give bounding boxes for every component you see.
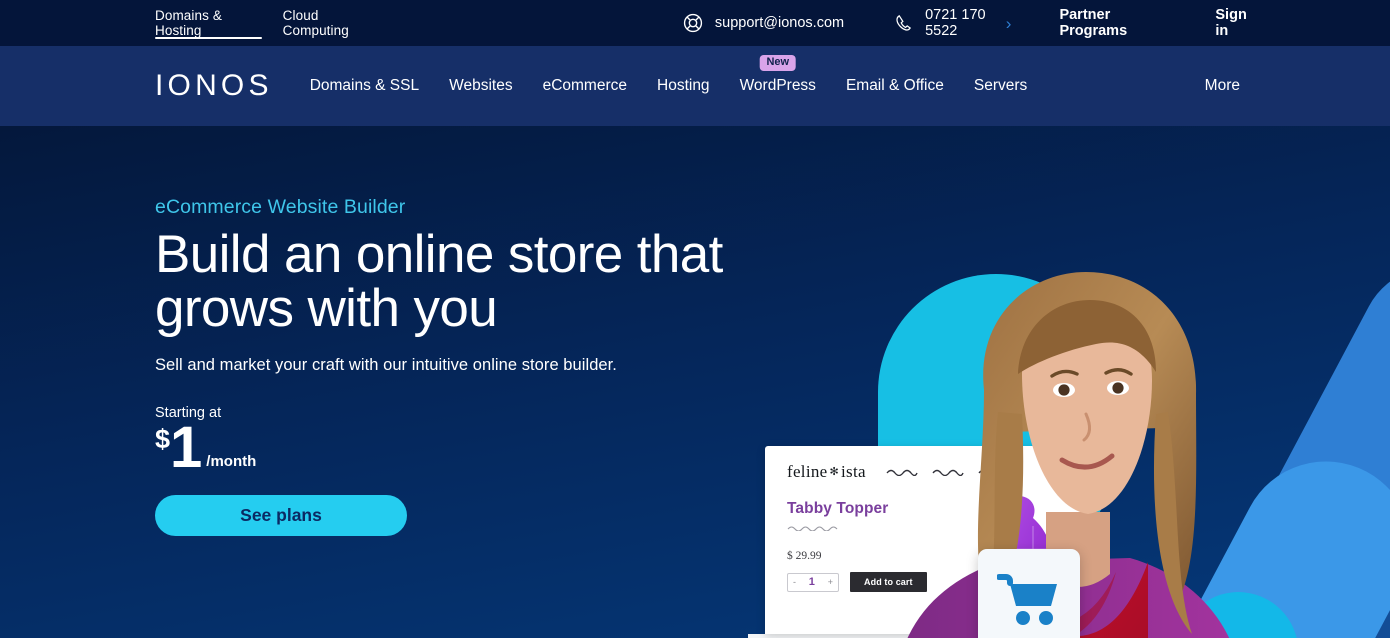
- ionos-logo[interactable]: IONOS: [155, 71, 273, 101]
- phone-icon: [893, 13, 913, 33]
- nav-item-more[interactable]: More: [1205, 77, 1240, 95]
- see-plans-button[interactable]: See plans: [155, 494, 407, 536]
- quantity-stepper[interactable]: - 1 +: [787, 572, 839, 592]
- hero-headline-line-2: grows with you: [155, 279, 498, 339]
- hero-copy-block: eCommerce Website Builder Build an onlin…: [155, 196, 795, 536]
- support-email-link[interactable]: support@ionos.com: [682, 12, 844, 34]
- sign-in-link[interactable]: Sign in: [1215, 7, 1258, 39]
- phone-link[interactable]: 0721 170 5522 ›: [893, 7, 1011, 39]
- price-currency: $: [155, 423, 171, 454]
- mock-shop-logo: feline ✻ ista: [787, 462, 866, 482]
- price-period: /month: [206, 452, 257, 470]
- support-email-text: support@ionos.com: [714, 15, 845, 31]
- stepper-increment-button[interactable]: +: [828, 577, 833, 587]
- hero-person-photo: [907, 272, 1230, 638]
- shop-logo-part-1: feline: [787, 462, 828, 481]
- main-navigation-bar: IONOS Domains & SSL Websites eCommerce H…: [0, 46, 1390, 126]
- hero-eyebrow: eCommerce Website Builder: [155, 196, 406, 218]
- nav-item-wordpress[interactable]: New WordPress: [725, 55, 831, 95]
- topbar-link-cloud-computing[interactable]: Cloud Computing: [283, 0, 379, 46]
- floating-cart-card: [978, 549, 1080, 638]
- topbar-contact-group: support@ionos.com 0721 170 5522 ›: [682, 7, 1011, 39]
- utility-topbar: Domains & Hosting Cloud Computing suppor…: [0, 0, 1390, 46]
- hero-headline: Build an online store that grows with yo…: [155, 225, 795, 339]
- ionos-ecommerce-landing-page: Domains & Hosting Cloud Computing suppor…: [0, 0, 1390, 638]
- lifebuoy-icon: [682, 12, 704, 34]
- partner-programs-link[interactable]: Partner Programs: [1059, 7, 1167, 39]
- hero-starting-at-label: Starting at: [155, 405, 222, 422]
- topbar-left-links: Domains & Hosting Cloud Computing: [155, 0, 400, 46]
- topbar-right-links: Partner Programs Sign in: [1011, 7, 1258, 39]
- hero-price-row: $ 1 /month: [155, 415, 795, 481]
- nav-item-wordpress-label: WordPress: [739, 77, 816, 94]
- nav-item-hosting[interactable]: Hosting: [642, 77, 725, 95]
- hero-headline-line-1: Build an online store that: [155, 225, 723, 284]
- shop-logo-star-icon: ✻: [829, 465, 840, 478]
- nav-items-list: Domains & SSL Websites eCommerce Hosting…: [295, 55, 1043, 95]
- stepper-quantity-value: 1: [808, 576, 815, 588]
- phone-number-text: 0721 170 5522: [925, 7, 986, 39]
- price-amount: 1: [170, 415, 202, 481]
- nav-item-email-office[interactable]: Email & Office: [831, 77, 959, 95]
- new-badge: New: [759, 55, 797, 71]
- nav-item-ecommerce[interactable]: eCommerce: [528, 77, 642, 95]
- nav-item-websites[interactable]: Websites: [434, 77, 527, 95]
- shop-logo-part-2: ista: [841, 462, 866, 481]
- hero-section: eCommerce Website Builder Build an onlin…: [0, 126, 1390, 638]
- hero-subtitle: Sell and market your craft with our intu…: [155, 356, 617, 375]
- shopping-cart-icon: [997, 574, 1057, 625]
- nav-item-domains-ssl[interactable]: Domains & SSL: [295, 77, 434, 95]
- nav-item-servers[interactable]: Servers: [959, 77, 1042, 95]
- stepper-decrement-button[interactable]: -: [793, 577, 796, 587]
- topbar-link-domains-hosting[interactable]: Domains & Hosting: [155, 0, 262, 46]
- mock-product-rule: [787, 526, 838, 532]
